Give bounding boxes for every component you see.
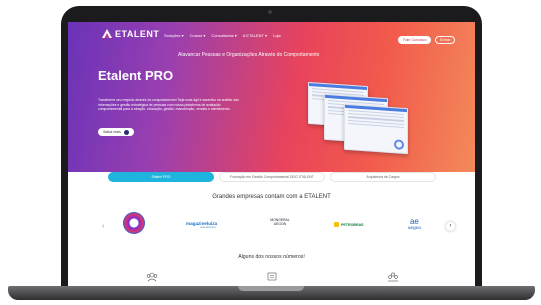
top-navigation: ETALENT Soluções ▾ Cursos ▾ Consultorias…	[68, 22, 475, 46]
hero-description: Transforme seu negócio através do compor…	[98, 98, 239, 112]
dashboard-mockup-3	[344, 103, 408, 155]
tab-formacao-disc[interactable]: Formação em Gestão Comportamental DISC E…	[219, 172, 325, 182]
globo-logo	[123, 212, 145, 234]
menu-item-consultorias[interactable]: Consultorias ▾	[211, 33, 236, 38]
magalu-slogan: VEM SER FELIZ	[200, 227, 217, 229]
logo-icon	[102, 29, 112, 38]
arrow-right-icon	[123, 129, 129, 135]
camera-icon	[268, 10, 272, 14]
menu-item-cursos[interactable]: Cursos ▾	[190, 33, 206, 38]
certificate-icon	[267, 272, 277, 281]
login-button[interactable]: Entrar	[435, 36, 456, 44]
main-menu: Soluções ▾ Cursos ▾ Consultorias ▾ A ETA…	[164, 33, 281, 38]
learn-more-button[interactable]: Saiba mais	[98, 128, 134, 136]
tab-etalent-pro[interactable]: Etalent PRO	[108, 172, 214, 182]
learn-more-label: Saiba mais	[103, 130, 121, 134]
site-logo[interactable]: ETALENT	[102, 29, 159, 39]
mongeral-logo: MONGERAL AEGON	[270, 218, 290, 226]
petrobras-logo: PETROBRAS	[334, 222, 364, 227]
petrobras-wordmark: PETROBRAS	[341, 222, 364, 227]
menu-item-etalent[interactable]: A ETALENT ▾	[243, 33, 267, 38]
product-tabs: Etalent PRO Formação em Gestão Comportam…	[108, 172, 436, 182]
tab-arquitetura-cargos[interactable]: Arquitetura de Cargos	[330, 172, 436, 182]
brand-name: ETALENT	[115, 29, 160, 39]
hero-banner: ETALENT Soluções ▾ Cursos ▾ Consultorias…	[68, 22, 475, 172]
browser-screen: ETALENT Soluções ▾ Cursos ▾ Consultorias…	[68, 22, 475, 294]
companies-heading: Grandes empresas contam com a ETALENT	[212, 194, 331, 200]
magalu-logo: magazineluiza	[186, 221, 218, 226]
people-icon	[146, 272, 158, 282]
contact-button[interactable]: Fale Conosco	[398, 36, 432, 44]
menu-item-solucoes[interactable]: Soluções ▾	[164, 33, 184, 38]
hero-tagline: Alavancar Pessoas e Organizações Através…	[178, 52, 320, 58]
chevron-right-icon[interactable]: ›	[446, 222, 455, 231]
aegea-mark: ae	[409, 217, 419, 226]
numbers-heading: Alguns dos nossos números!	[238, 254, 305, 260]
menu-item-loja[interactable]: Loja	[273, 33, 281, 38]
aegea-wordmark: aegea	[408, 225, 421, 230]
laptop-notch	[238, 286, 304, 291]
hero-title: Etalent PRO	[98, 68, 174, 83]
chevron-left-icon[interactable]: ‹	[102, 223, 104, 230]
team-icon	[388, 272, 398, 282]
aegea-logo: ae aegea	[408, 217, 421, 231]
petrobras-icon	[334, 222, 339, 227]
